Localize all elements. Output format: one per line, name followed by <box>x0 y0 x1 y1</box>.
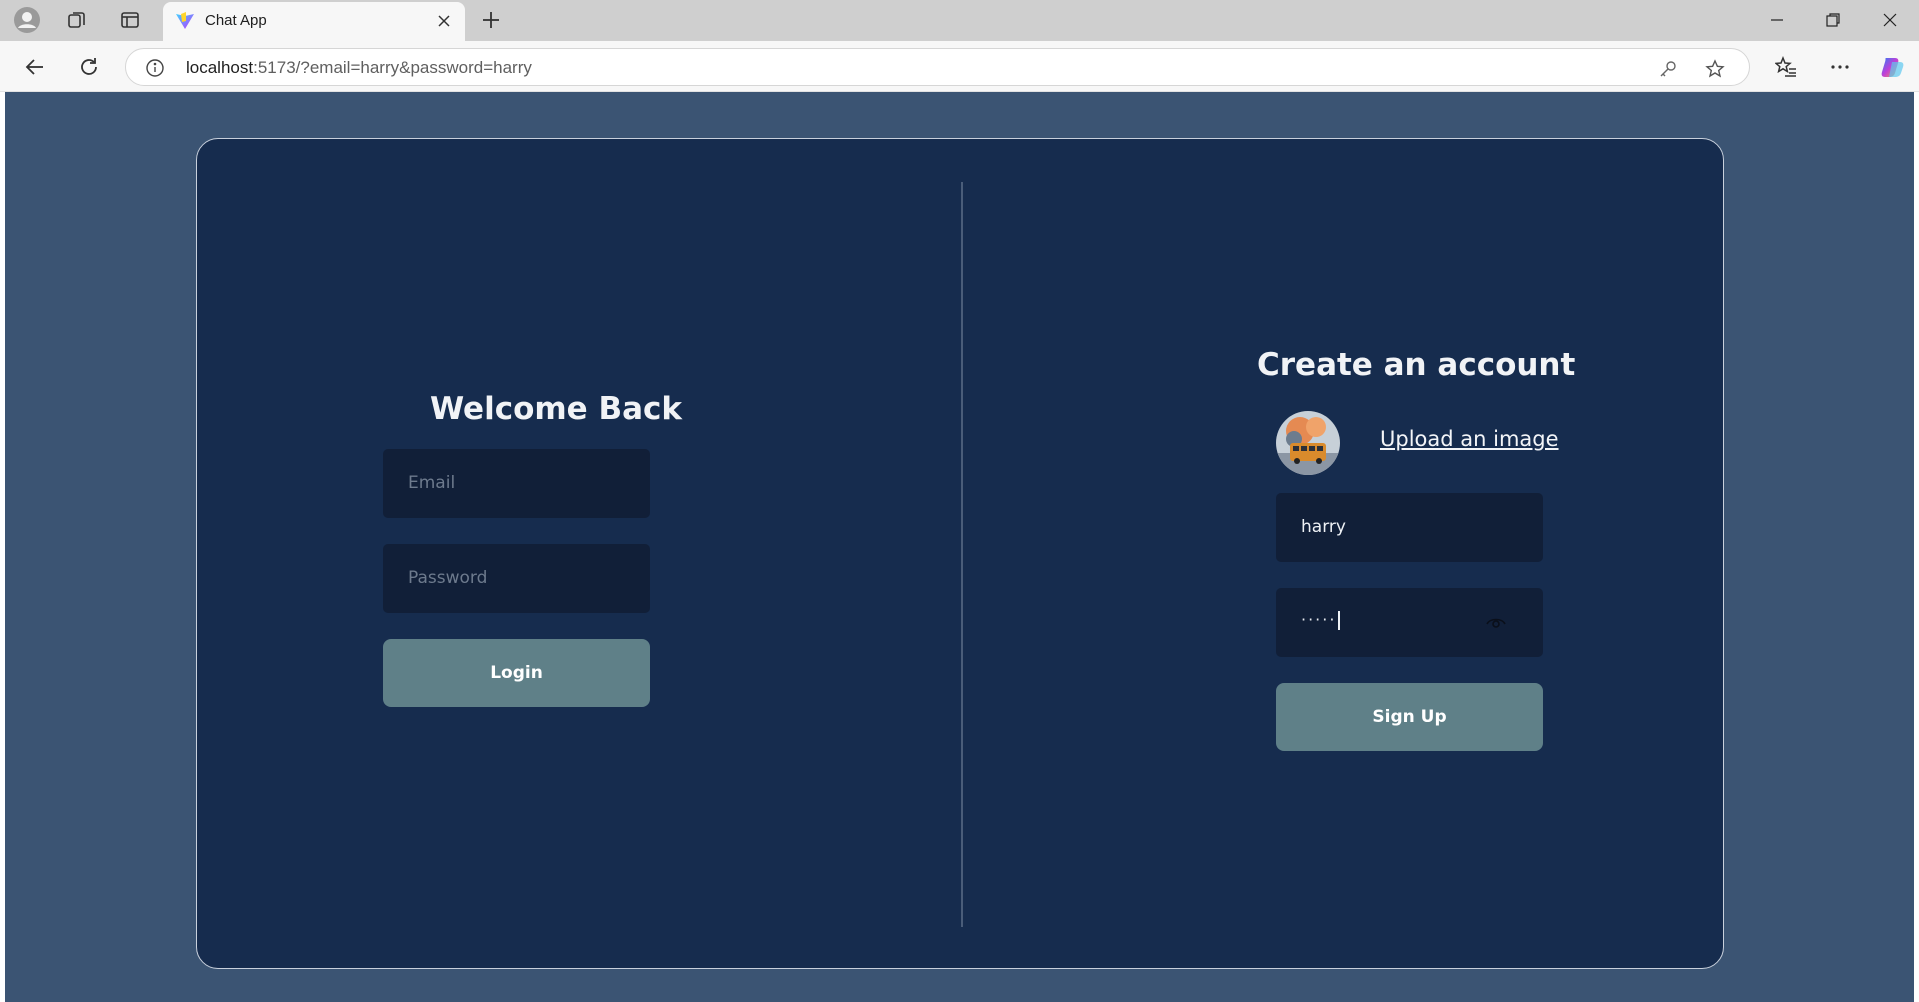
signup-password-field[interactable]: ····· <box>1276 588 1543 657</box>
profile-icon[interactable] <box>13 6 41 34</box>
url-text[interactable]: localhost:5173/?email=harry&password=har… <box>186 58 532 78</box>
eye-icon[interactable] <box>1485 612 1507 634</box>
url-path: :5173/?email=harry&password=harry <box>253 58 532 77</box>
tab-title: Chat App <box>205 12 267 29</box>
avatar[interactable] <box>1276 411 1340 475</box>
vite-favicon-icon <box>175 11 195 31</box>
password-mask: ····· <box>1301 610 1340 630</box>
new-tab-icon[interactable] <box>477 6 505 34</box>
password-placeholder: Password <box>408 568 488 588</box>
close-window-icon[interactable] <box>1870 6 1910 34</box>
text-caret <box>1338 611 1340 630</box>
upload-image-link[interactable]: Upload an image <box>1380 427 1559 451</box>
workspaces-icon[interactable] <box>63 6 91 34</box>
site-info-icon[interactable] <box>144 57 166 79</box>
reload-icon[interactable] <box>74 52 104 82</box>
address-bar[interactable]: localhost:5173/?email=harry&password=har… <box>125 48 1750 86</box>
login-title: Welcome Back <box>429 391 683 427</box>
pane-divider <box>961 182 963 927</box>
username-field[interactable]: harry <box>1276 493 1543 562</box>
password-field[interactable]: Password <box>383 544 650 613</box>
auth-card: Welcome Back Email Password Login Create… <box>196 138 1724 969</box>
browser-tab-active[interactable]: Chat App <box>163 2 465 41</box>
password-key-icon[interactable] <box>1656 57 1680 81</box>
minimize-icon[interactable] <box>1757 6 1797 34</box>
close-tab-icon[interactable] <box>433 10 455 32</box>
email-placeholder: Email <box>408 473 456 493</box>
back-icon[interactable] <box>20 52 50 82</box>
browser-toolbar: localhost:5173/?email=harry&password=har… <box>0 41 1919 92</box>
password-mask-text: ····· <box>1301 610 1337 629</box>
tab-actions-icon[interactable] <box>116 6 144 34</box>
copilot-icon[interactable] <box>1878 52 1908 82</box>
restore-icon[interactable] <box>1813 6 1853 34</box>
username-value: harry <box>1301 517 1346 537</box>
favorites-list-icon[interactable] <box>1771 52 1801 82</box>
signup-title: Create an account <box>1257 347 1576 383</box>
signup-button[interactable]: Sign Up <box>1276 683 1543 751</box>
browser-tab-strip: Chat App <box>0 0 1919 41</box>
favorite-star-icon[interactable] <box>1703 57 1727 81</box>
login-button[interactable]: Login <box>383 639 650 707</box>
url-host: localhost <box>186 58 254 77</box>
page-viewport: Welcome Back Email Password Login Create… <box>5 92 1914 1002</box>
email-field[interactable]: Email <box>383 449 650 518</box>
more-icon[interactable] <box>1825 52 1855 82</box>
